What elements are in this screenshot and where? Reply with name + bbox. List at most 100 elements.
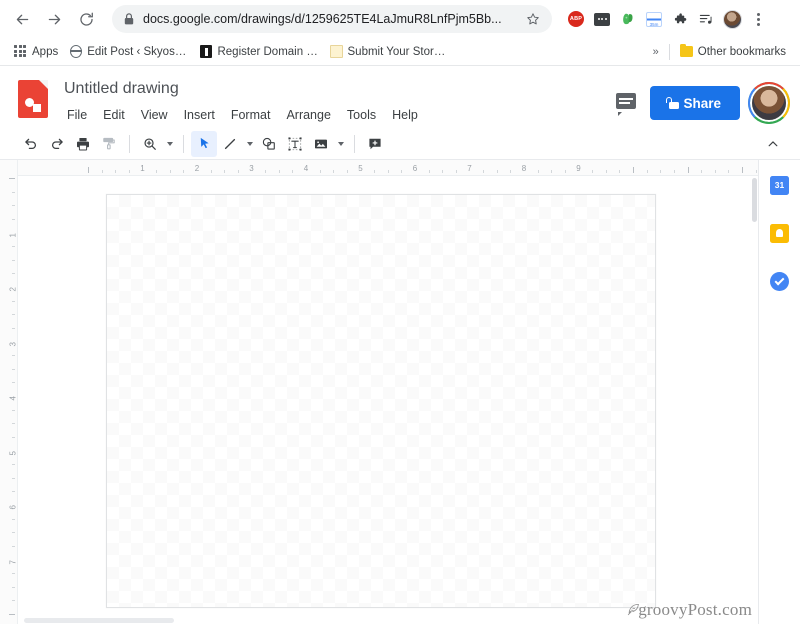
- bookmarks-overflow-button[interactable]: »: [647, 46, 665, 58]
- account-avatar[interactable]: [748, 82, 790, 124]
- ruler-tick: [183, 170, 185, 173]
- vertical-scrollbar[interactable]: [751, 176, 758, 624]
- document-title[interactable]: Untitled drawing: [60, 76, 425, 102]
- evernote-icon[interactable]: [616, 7, 640, 31]
- media-playlist-icon[interactable]: [694, 7, 718, 31]
- ruler-tick: [592, 170, 594, 173]
- horizontal-ruler[interactable]: 123456789: [18, 160, 758, 176]
- horizontal-scrollbar-thumb[interactable]: [24, 618, 174, 623]
- bookmark-item[interactable]: Register Domain N...: [194, 42, 324, 61]
- ruler-tick: [9, 287, 15, 288]
- ruler-tick: [579, 167, 580, 173]
- google-tasks-icon[interactable]: [769, 270, 791, 292]
- back-button[interactable]: [8, 5, 36, 33]
- ruler-tick: [12, 259, 15, 261]
- canvas-scroll-region[interactable]: groovyPost.com: [18, 176, 758, 624]
- header-actions: Share: [616, 76, 790, 124]
- google-drawings-app: Untitled drawing File Edit View Insert F…: [0, 66, 800, 624]
- ruler-tick: [12, 491, 15, 493]
- bookmark-apps[interactable]: Apps: [8, 42, 64, 61]
- ruler-tick: [12, 300, 15, 302]
- ruler-tick: [9, 505, 15, 506]
- ruler-tick: [12, 191, 15, 193]
- paint-format-button[interactable]: [96, 131, 122, 157]
- vertical-ruler[interactable]: 1234567: [0, 160, 18, 624]
- ruler-tick: [237, 170, 239, 173]
- dark-favicon-icon: [200, 45, 213, 58]
- collapse-toolbar-button[interactable]: [760, 131, 786, 157]
- drawing-canvas[interactable]: [106, 194, 656, 608]
- ruler-tick: [428, 170, 430, 173]
- ruler-tick: [496, 170, 498, 173]
- text-box-button[interactable]: [282, 131, 308, 157]
- reload-button[interactable]: [72, 5, 100, 33]
- menu-file[interactable]: File: [60, 104, 94, 126]
- shape-tool-button[interactable]: [256, 131, 282, 157]
- ruler-tick: [12, 327, 15, 329]
- menu-insert[interactable]: Insert: [177, 104, 222, 126]
- forward-button[interactable]: [40, 5, 68, 33]
- ruler-tick: [12, 477, 15, 479]
- google-drawings-logo-icon[interactable]: [18, 80, 48, 118]
- zoom-dropdown-caret-icon[interactable]: [163, 131, 176, 157]
- google-calendar-icon[interactable]: 31: [769, 174, 791, 196]
- select-tool-button[interactable]: [191, 130, 217, 157]
- menu-format[interactable]: Format: [224, 104, 278, 126]
- ruler-tick: [687, 167, 689, 173]
- menu-arrange[interactable]: Arrange: [279, 104, 337, 126]
- redo-button[interactable]: [44, 131, 70, 157]
- ruler-tick: [483, 170, 485, 173]
- bookmark-item[interactable]: Submit Your Story |...: [324, 42, 454, 61]
- google-keep-icon[interactable]: [769, 222, 791, 244]
- menu-view[interactable]: View: [134, 104, 175, 126]
- yellow-favicon-icon: [330, 45, 343, 58]
- app-header: Untitled drawing File Edit View Insert F…: [0, 66, 800, 128]
- blue-timer-extension-icon[interactable]: [642, 7, 666, 31]
- lock-icon: [664, 97, 680, 109]
- add-comment-button[interactable]: [362, 131, 388, 157]
- ruler-tick: [9, 560, 15, 561]
- ruler-tick: [101, 170, 103, 173]
- comment-history-icon[interactable]: [616, 93, 638, 116]
- ruler-tick: [12, 573, 15, 575]
- lock-icon: [124, 13, 134, 25]
- ruler-tick: [633, 167, 634, 173]
- ruler-tick: [12, 545, 15, 547]
- vertical-scrollbar-thumb[interactable]: [752, 178, 757, 222]
- share-button[interactable]: Share: [650, 86, 740, 120]
- adblock-plus-icon[interactable]: ABP: [564, 7, 588, 31]
- bookmark-label: Submit Your Story |...: [347, 45, 449, 58]
- ruler-tick: [143, 167, 144, 173]
- print-button[interactable]: [70, 131, 96, 157]
- dark-dots-extension-icon[interactable]: [590, 7, 614, 31]
- menu-help[interactable]: Help: [385, 104, 425, 126]
- ruler-tick: [455, 170, 457, 173]
- image-dropdown-caret-icon[interactable]: [334, 131, 347, 157]
- line-dropdown-caret-icon[interactable]: [243, 131, 256, 157]
- apps-grid-icon: [14, 45, 27, 58]
- chrome-menu-button[interactable]: [746, 7, 770, 31]
- ruler-tick: [12, 218, 15, 220]
- extensions-puzzle-icon[interactable]: [668, 7, 692, 31]
- ruler-tick: [333, 170, 335, 173]
- ruler-tick: [12, 273, 15, 275]
- undo-button[interactable]: [18, 131, 44, 157]
- zoom-button[interactable]: [137, 131, 163, 157]
- ruler-tick: [12, 586, 15, 588]
- menu-tools[interactable]: Tools: [340, 104, 383, 126]
- ruler-tick: [169, 170, 171, 173]
- profile-avatar[interactable]: [720, 7, 744, 31]
- ruler-tick: [88, 167, 89, 173]
- star-icon[interactable]: [526, 12, 540, 26]
- extensions-row: ABP: [564, 7, 770, 31]
- bookmark-item[interactable]: Edit Post ‹ Skyose -...: [64, 42, 194, 61]
- image-button[interactable]: [308, 131, 334, 157]
- adblock-plus-badge: ABP: [568, 11, 584, 27]
- menu-edit[interactable]: Edit: [96, 104, 132, 126]
- bookmarks-divider: [668, 43, 670, 60]
- other-bookmarks-button[interactable]: Other bookmarks: [674, 43, 792, 61]
- ruler-tick: [646, 170, 648, 173]
- address-bar[interactable]: docs.google.com/drawings/d/1259625TE4LaJ…: [112, 5, 552, 33]
- title-and-menus: Untitled drawing File Edit View Insert F…: [60, 76, 425, 126]
- line-tool-button[interactable]: [217, 131, 243, 157]
